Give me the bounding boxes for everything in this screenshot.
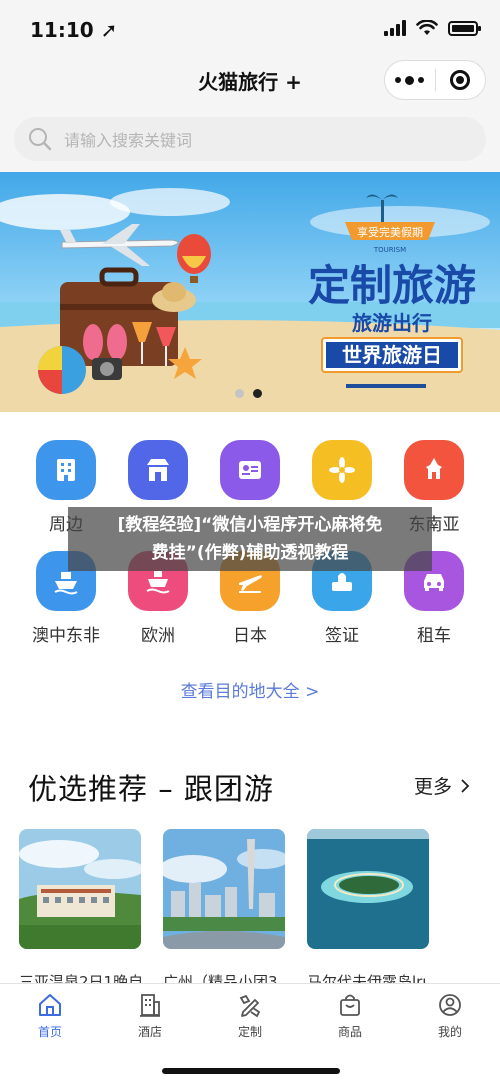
search-area: 请输入搜索关键词 [0, 106, 500, 172]
battery-icon [448, 20, 481, 36]
tab-label: 首页 [37, 1025, 62, 1039]
section-title: 优选推荐 – 跟团游 [28, 772, 274, 806]
flower-icon [312, 440, 372, 500]
pagination-dot-active[interactable] [253, 389, 262, 398]
search-input[interactable]: 请输入搜索关键词 [14, 117, 486, 161]
nav-bar: 火猫旅行 + [0, 56, 500, 106]
home-icon [39, 994, 61, 1016]
dot-icon [395, 77, 402, 83]
more-label: 更多 [413, 776, 452, 798]
tour-card[interactable]: 广州（精品小团3 [163, 829, 285, 992]
tab-home[interactable]: 首页 [0, 992, 100, 1040]
search-placeholder: 请输入搜索关键词 [64, 131, 193, 150]
banner-headline: 定制旅游 [308, 261, 476, 310]
close-mini-program-button[interactable] [435, 61, 485, 99]
target-icon [450, 70, 471, 90]
temple-icon [404, 440, 464, 500]
tab-profile[interactable]: 我的 [400, 992, 500, 1040]
category-label: 澳中东非 [32, 626, 100, 646]
mini-program-capsule [384, 60, 486, 100]
shopping-bag-icon [340, 994, 360, 1016]
banner-illustration: 享受完美假期 TOURISM 定制旅游 旅游出行 世界旅游日 [0, 188, 500, 412]
tab-customize[interactable]: 定制 [200, 992, 300, 1040]
id-card-icon [220, 440, 280, 500]
status-time: 11:10 ➚ [30, 18, 118, 42]
tour-card[interactable]: 三亚温泉2日1晚自 [19, 829, 141, 992]
search-icon [29, 128, 52, 151]
watermark-overlay: [教程经验]“微信小程序开心麻将免 费挂”(作弊)辅助透视教程 [68, 507, 432, 571]
category-label: 欧洲 [141, 626, 175, 646]
tab-label: 定制 [237, 1025, 262, 1039]
banner-subheadline: 旅游出行 [352, 311, 432, 335]
watermark-line: 费挂”(作弊)辅助透视教程 [151, 543, 349, 563]
banner-slogan: 世界旅游日 [342, 343, 442, 367]
category-label: 签证 [325, 626, 359, 646]
more-options-button[interactable] [385, 61, 435, 99]
customize-icon [239, 994, 261, 1018]
category-label: 租车 [417, 626, 451, 646]
tab-label: 酒店 [137, 1025, 162, 1039]
tab-hotel[interactable]: 酒店 [100, 992, 200, 1040]
profile-icon [439, 994, 461, 1016]
tab-label: 商品 [337, 1025, 362, 1039]
tour-image-canton-tower [163, 829, 285, 949]
status-icons [384, 20, 481, 36]
banner-pagination [235, 389, 262, 398]
home-indicator [162, 1068, 340, 1074]
pagination-dot[interactable] [235, 389, 244, 398]
wifi-icon [416, 20, 438, 35]
tour-card[interactable]: 马尔代夫伊露岛lru [307, 829, 429, 992]
cellular-signal-icon [384, 20, 406, 36]
tour-image-hotel [19, 829, 141, 949]
dot-icon [405, 75, 415, 85]
tab-products[interactable]: 商品 [300, 992, 400, 1040]
more-link[interactable]: 更多 [414, 772, 470, 799]
dot-icon [418, 77, 425, 83]
see-all-destinations-link[interactable]: 查看目的地大全 > [0, 677, 500, 702]
tour-image-island [307, 829, 429, 949]
store-icon [128, 440, 188, 500]
promo-banner[interactable]: 享受完美假期 TOURISM 定制旅游 旅游出行 世界旅游日 [0, 172, 500, 412]
chevron-right-icon [461, 778, 470, 793]
bottom-tab-bar: 首页 酒店 定制 商品 我的 [0, 983, 500, 1082]
building-icon [36, 440, 96, 500]
watermark-line: [教程经验]“微信小程序开心麻将免 [117, 515, 383, 535]
hotel-icon [140, 994, 160, 1017]
status-bar: 11:10 ➚ [0, 0, 500, 56]
category-label: 日本 [233, 626, 267, 646]
banner-badge-sub: TOURISM [373, 246, 406, 254]
tab-label: 我的 [437, 1025, 462, 1039]
recommendation-list: 三亚温泉2日1晚自 广州（精品小团3 马尔代夫伊露岛lru [19, 829, 489, 992]
banner-badge-main: 享受完美假期 [357, 225, 423, 239]
